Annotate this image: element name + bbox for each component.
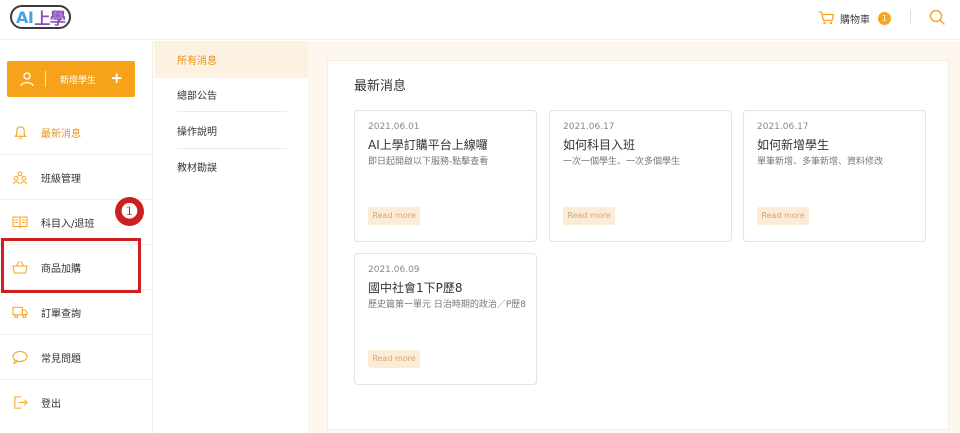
news-card[interactable]: 2021.06.17 如何新增學生 單筆新增、多筆新增、資料修改 Read mo…: [743, 110, 926, 242]
logo-text-latin: AI: [16, 7, 34, 27]
news-description: 歷史篇第一單元 日治時期的政治／P歷8: [368, 300, 527, 310]
news-title: 如何科目入班: [563, 138, 636, 152]
logo[interactable]: AI 上學: [10, 5, 72, 29]
users-icon: [12, 169, 28, 185]
submenu-item-label: 總部公告: [177, 91, 217, 102]
sidebar-item-label: 班級管理: [41, 173, 81, 185]
read-more-button[interactable]: Read more: [563, 207, 615, 225]
read-more-button[interactable]: Read more: [368, 207, 420, 225]
news-date: 2021.06.17: [757, 122, 809, 132]
news-panel: 最新消息 2021.06.01 AI上學訂購平台上線囉 即日起開啟以下服務-點擊…: [327, 60, 949, 430]
sidebar-item-label: 科目入/退班: [41, 218, 95, 230]
header-divider: [910, 10, 911, 24]
book-icon: [12, 214, 28, 230]
bell-icon: [12, 124, 28, 140]
news-date: 2021.06.01: [368, 122, 420, 132]
page-title: 最新消息: [354, 79, 407, 94]
step-number-badge: ❶: [115, 197, 144, 226]
submenu-item-all-news[interactable]: 所有消息: [154, 41, 308, 78]
sidebar-item-class-management[interactable]: 班級管理: [0, 155, 153, 200]
user-icon: [20, 72, 34, 87]
news-title: 國中社會1下P歷8: [368, 281, 463, 295]
main-content: 最新消息 2021.06.01 AI上學訂購平台上線囉 即日起開啟以下服務-點擊…: [308, 41, 960, 433]
submenu-item-label: 教材勘誤: [177, 163, 217, 174]
sidebar-item-news[interactable]: 最新消息: [0, 110, 153, 155]
cart-icon: [819, 11, 835, 25]
search-icon[interactable]: [929, 9, 945, 25]
logout-icon: [12, 395, 28, 411]
submenu-item-errata[interactable]: 教材勘誤: [154, 148, 308, 185]
submenu: 所有消息 總部公告 操作說明 教材勘誤: [154, 41, 308, 433]
news-description: 單筆新增、多筆新增、資料修改: [757, 157, 884, 167]
sidebar-item-logout[interactable]: 登出: [0, 380, 153, 425]
top-header: AI 上學 購物車 1: [0, 0, 960, 40]
submenu-item-label: 操作說明: [177, 127, 217, 138]
logo-text-cn: 上學: [34, 9, 66, 28]
add-student-button[interactable]: 新增學生 +: [7, 61, 135, 97]
add-student-label: 新增學生: [60, 75, 97, 86]
news-description: 即日起開啟以下服務-點擊查看: [368, 157, 489, 167]
cart-label: 購物車: [840, 14, 870, 26]
news-date: 2021.06.09: [368, 265, 420, 275]
news-title: AI上學訂購平台上線囉: [368, 138, 488, 152]
sidebar-item-label: 登出: [41, 399, 61, 410]
news-card[interactable]: 2021.06.09 國中社會1下P歷8 歷史篇第一單元 日治時期的政治／P歷8…: [354, 253, 537, 385]
plus-icon: +: [110, 69, 123, 87]
submenu-item-hq-announcements[interactable]: 總部公告: [154, 76, 308, 113]
news-card[interactable]: 2021.06.01 AI上學訂購平台上線囉 即日起開啟以下服務-點擊查看 Re…: [354, 110, 537, 242]
highlight-box: [1, 238, 141, 293]
chat-icon: [12, 349, 28, 365]
button-divider: [45, 71, 46, 87]
sidebar-item-label: 最新消息: [41, 128, 81, 140]
sidebar: 新增學生 + 最新消息 班級管理 科目入/退班 商品加購 訂單查詢 常見問題 登…: [0, 41, 153, 433]
cart-button[interactable]: 購物車 1: [818, 9, 891, 27]
sidebar-item-label: 訂單查詢: [41, 308, 81, 320]
sidebar-item-label: 常見問題: [41, 353, 81, 365]
read-more-button[interactable]: Read more: [757, 207, 809, 225]
submenu-item-instructions[interactable]: 操作說明: [154, 112, 308, 149]
truck-icon: [12, 304, 28, 320]
news-date: 2021.06.17: [563, 122, 615, 132]
submenu-item-label: 所有消息: [177, 56, 217, 67]
cart-count-badge: 1: [878, 11, 891, 25]
read-more-button[interactable]: Read more: [368, 350, 420, 368]
news-title: 如何新增學生: [757, 138, 830, 152]
logo-mark: AI 上學: [10, 5, 72, 29]
sidebar-item-order-query[interactable]: 訂單查詢: [0, 290, 153, 335]
news-description: 一次一個學生、一次多個學生: [563, 157, 681, 167]
news-card[interactable]: 2021.06.17 如何科目入班 一次一個學生、一次多個學生 Read mor…: [549, 110, 732, 242]
sidebar-item-faq[interactable]: 常見問題: [0, 335, 153, 380]
